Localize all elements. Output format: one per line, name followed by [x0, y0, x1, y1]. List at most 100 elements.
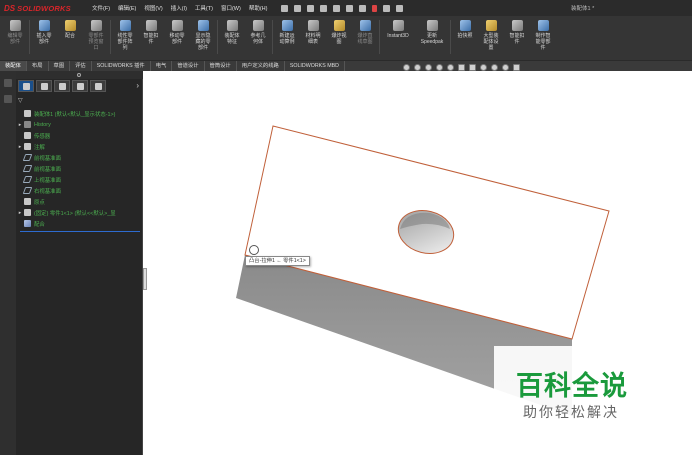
ribbon-button[interactable]: 智能扣 件 — [504, 20, 530, 45]
tree-item[interactable]: ▸ (固定) 零件1<1> (默认<<默认>_显 — [16, 207, 143, 218]
view-settings-icon[interactable] — [513, 63, 520, 71]
zoom-area-icon[interactable] — [414, 63, 421, 71]
tab-9[interactable]: SOLIDWORKS MBD — [285, 60, 345, 72]
tree-item[interactable]: 前视基准面 — [16, 163, 143, 174]
ribbon-button[interactable]: 插入零 部件 — [31, 20, 57, 45]
tree-item[interactable]: 原点 — [16, 196, 143, 207]
pin-icon[interactable] — [281, 4, 289, 12]
tab-7[interactable]: 管筒设计 — [205, 60, 237, 72]
ribbon-button-label: 参考几 何体 — [250, 33, 266, 45]
menu-item[interactable]: 文件(F) — [92, 4, 110, 12]
ribbon-button[interactable]: 配合 — [57, 20, 83, 39]
collapse-icon[interactable] — [4, 79, 12, 87]
edit-appearance-icon[interactable] — [491, 63, 498, 71]
undo-icon[interactable] — [346, 4, 354, 12]
tab-5[interactable]: 电气 — [151, 60, 173, 72]
ribbon-button[interactable]: 零部件 预览窗 口 — [83, 20, 109, 51]
menu-item[interactable]: 窗口(W) — [221, 4, 241, 12]
menu-item[interactable]: 帮助(H) — [249, 4, 268, 12]
apply-scene-icon[interactable] — [502, 63, 509, 71]
tab-1[interactable]: 布局 — [27, 60, 49, 72]
new-document-icon[interactable] — [294, 4, 302, 12]
expand-arrow-icon[interactable]: ▸ — [16, 144, 24, 150]
tab-0[interactable]: 装配体 — [0, 60, 27, 72]
rollback-bar[interactable] — [20, 231, 140, 232]
ribbon-button-label: 智能扣 件 — [143, 33, 159, 45]
command-manager-tabs: 装配体 布局 草图 评估 SOLIDWORKS 插件 电气 管道设计 管筒设计 用户定义的线路 S… — [0, 60, 692, 72]
tree-item[interactable]: 前视基准面 — [16, 152, 143, 163]
tab-configuration-manager[interactable] — [54, 80, 70, 92]
tree-item-label: 上视基准面 — [34, 177, 61, 184]
ribbon-button[interactable]: 更新 Speedpak — [415, 20, 449, 45]
ribbon-command-icon — [537, 20, 549, 31]
ribbon-button[interactable]: 移动零 部件 — [164, 20, 190, 45]
dynamic-annotation-icon[interactable] — [447, 63, 454, 71]
section-view-icon[interactable] — [436, 63, 443, 71]
ribbon-button[interactable]: 大型装 配体设 置 — [478, 20, 504, 51]
menu-item[interactable]: 视图(V) — [144, 4, 162, 12]
hide-show-icon[interactable] — [480, 63, 487, 71]
tree-item-label: 配合 — [34, 221, 45, 228]
file-properties-icon[interactable] — [383, 4, 391, 12]
display-style-icon[interactable] — [469, 63, 476, 71]
pin-icon[interactable] — [4, 95, 12, 103]
ribbon-button[interactable]: 装配体 特征 — [219, 20, 245, 45]
tab-6[interactable]: 管道设计 — [172, 60, 205, 72]
ribbon-button[interactable]: 线性零 部件阵 列 — [112, 20, 138, 51]
ribbon-button[interactable]: Instant3D — [381, 20, 415, 39]
tab-display-manager[interactable] — [90, 80, 106, 92]
zoom-to-fit-icon[interactable] — [403, 63, 410, 71]
ribbon-command-icon — [511, 20, 523, 31]
ribbon-button[interactable]: 爆炸直 线草图 — [352, 20, 378, 45]
ribbon-command-icon — [426, 20, 438, 31]
quick-access-toolbar — [281, 4, 404, 12]
menu-item[interactable]: 编辑(E) — [118, 4, 136, 12]
tab-8[interactable]: 用户定义的线路 — [237, 60, 285, 72]
ribbon-command-icon — [333, 20, 345, 31]
ribbon-command-icon — [252, 20, 264, 31]
tab-3[interactable]: 评估 — [70, 60, 92, 72]
tree-root[interactable]: 装配体1 (默认<默认_显示状态-1>) — [16, 108, 143, 119]
ribbon-command-icon — [38, 20, 50, 31]
menu-item[interactable]: 插入(I) — [171, 4, 187, 12]
ribbon-button[interactable]: 新建运 动算例 — [274, 20, 300, 45]
options-gear-icon[interactable] — [396, 4, 404, 12]
menu-item[interactable]: 工具(T) — [195, 4, 213, 12]
ribbon-button[interactable]: 参考几 何体 — [245, 20, 271, 45]
expand-arrow-icon[interactable]: ▸ — [16, 122, 24, 128]
tree-item[interactable]: ▸ 注解 — [16, 141, 143, 152]
previous-view-icon[interactable] — [425, 63, 432, 71]
ribbon-button[interactable]: 制作智 能零部 件 — [530, 20, 556, 51]
panel-handle[interactable] — [16, 71, 143, 79]
save-icon[interactable] — [320, 4, 328, 12]
ds-logo-icon: DS — [4, 3, 16, 13]
tab-property-manager[interactable] — [36, 80, 52, 92]
tab-2[interactable]: 草图 — [49, 60, 71, 72]
ribbon-button[interactable]: 爆炸视 图 — [326, 20, 352, 45]
tree-item[interactable]: 传感器 — [16, 130, 143, 141]
tree-item[interactable]: 配合 — [16, 218, 143, 229]
tab-4[interactable]: SOLIDWORKS 插件 — [92, 60, 151, 72]
ribbon-button-label: 更新 Speedpak — [420, 33, 444, 45]
chevron-right-icon[interactable]: › — [136, 80, 143, 93]
ribbon-button[interactable]: 编辑零 部件 — [2, 20, 28, 45]
expand-arrow-icon[interactable]: ▸ — [16, 210, 24, 216]
ribbon-command-icon — [226, 20, 238, 31]
tab-dimxpert[interactable] — [72, 80, 88, 92]
feature-tree-icon — [22, 82, 30, 90]
tree-item[interactable]: ▸ History — [16, 119, 143, 130]
tree-item[interactable]: 上视基准面 — [16, 174, 143, 185]
ribbon-button[interactable]: 材料明 细表 — [300, 20, 326, 45]
tree-filter[interactable]: ▽ — [18, 96, 142, 105]
solidworks-logo[interactable]: DS SOLIDWORKS — [0, 4, 88, 13]
traffic-light-icon[interactable] — [372, 4, 378, 12]
ribbon-button[interactable]: 智能扣 件 — [138, 20, 164, 45]
print-icon[interactable] — [333, 4, 341, 12]
ribbon-button[interactable]: 拍快照 — [452, 20, 478, 39]
view-orientation-icon[interactable] — [458, 63, 465, 71]
select-icon[interactable] — [359, 4, 367, 12]
tab-feature-manager[interactable] — [18, 80, 34, 92]
open-icon[interactable] — [307, 4, 315, 12]
ribbon-button[interactable]: 显示隐 藏的零 部件 — [190, 20, 216, 51]
tree-item[interactable]: 右视基准面 — [16, 185, 143, 196]
